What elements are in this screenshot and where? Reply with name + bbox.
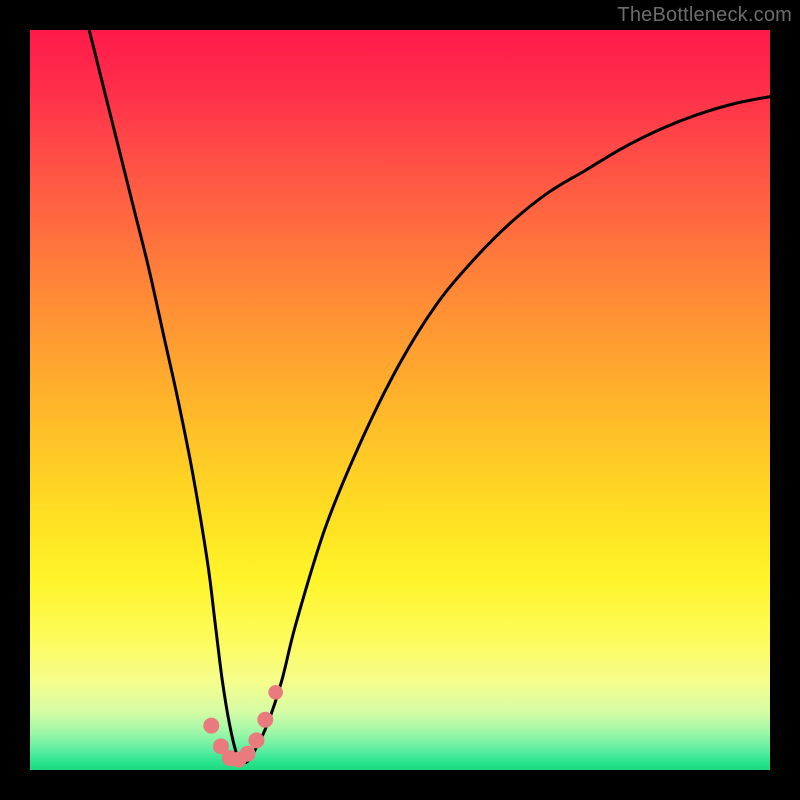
highlight-dot <box>268 685 283 700</box>
highlight-dots <box>203 685 283 768</box>
curve-svg <box>30 30 770 770</box>
highlight-dot <box>240 746 256 762</box>
highlight-dot <box>257 712 273 728</box>
watermark-text: TheBottleneck.com <box>617 4 792 27</box>
bottleneck-curve <box>89 30 770 763</box>
plot-area <box>30 30 770 770</box>
chart-frame: TheBottleneck.com <box>0 0 800 800</box>
highlight-dot <box>248 732 264 748</box>
highlight-dot <box>203 718 219 734</box>
